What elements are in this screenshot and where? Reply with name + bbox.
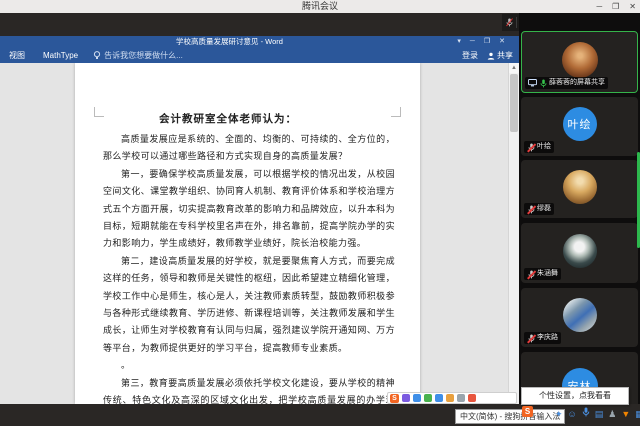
avatar	[562, 42, 598, 78]
signin-button[interactable]: 登录	[462, 50, 478, 61]
word-restore-button[interactable]: ❐	[484, 36, 490, 48]
participant-tile[interactable]: 叶绘 叶绘	[521, 97, 638, 156]
participant-tile-screen-share[interactable]: 薛蓉蓉的屏幕共享	[521, 31, 638, 93]
mic-muted-icon	[527, 270, 535, 279]
tell-me-search[interactable]: 告诉我您想要做什么...	[87, 50, 183, 61]
avatar	[563, 170, 597, 204]
emoji-icon[interactable]	[402, 394, 410, 402]
word-document-area: 会计教研室全体老师认为： 高质量发展应是系统的、全面的、均衡的、可持续的、全方位…	[0, 63, 509, 404]
avatar: 叶绘	[563, 107, 597, 141]
participant-name: 朱涵舞	[537, 269, 558, 279]
tab-view[interactable]: 视图	[0, 48, 34, 63]
mic-muted-icon	[527, 334, 535, 343]
participant-name: 缪磊	[537, 204, 551, 214]
document-paragraph: 第二，建设高质量发展的好学校，就是要聚焦育人方式，而要完成这样的任务，领导和教师…	[103, 254, 395, 358]
participants-sidebar: 薛蓉蓉的屏幕共享 叶绘 叶绘	[519, 13, 640, 426]
document-page[interactable]: 会计教研室全体老师认为： 高质量发展应是系统的、全面的、均衡的、可持续的、全方位…	[75, 63, 420, 404]
participant-name: 李庆路	[537, 333, 558, 343]
screen-share-icon	[528, 79, 537, 87]
participant-tile[interactable]: 缪磊	[521, 160, 638, 218]
mic-icon[interactable]	[424, 394, 432, 402]
mic-icon[interactable]	[582, 407, 590, 421]
keyboard-icon[interactable]: ▤	[595, 407, 604, 421]
sparkle-icon[interactable]: ✦	[555, 407, 563, 421]
participant-tile[interactable]: 李庆路	[521, 288, 638, 347]
tell-me-label: 告诉我您想要做什么...	[104, 50, 183, 61]
smiley-icon[interactable]	[413, 394, 421, 402]
close-button[interactable]: ✕	[629, 0, 636, 13]
share-label: 共享	[497, 50, 513, 61]
word-document-title: 学校高质量发展研讨意见 - Word	[0, 36, 459, 48]
tencent-meeting-window: 腾讯会议 ─ ❐ ✕ 学校高质量发展研讨意见 - Word ▾ ─ ❐ ✕ 视图…	[0, 0, 640, 426]
word-window-controls: ▾ ─ ❐ ✕	[457, 36, 505, 48]
document-paragraph: 第三，教育要高质量发展必须依托学校文化建设，要从学校的精神传统、特色文化及高深的…	[103, 376, 395, 404]
meeting-title: 腾讯会议	[0, 0, 640, 13]
ribbon-options-icon[interactable]: ▾	[457, 36, 461, 48]
sogou-logo-icon[interactable]: S	[522, 406, 533, 417]
word-tabs-right: 登录 共享	[462, 48, 513, 63]
lightbulb-icon	[93, 51, 101, 60]
word-close-button[interactable]: ✕	[499, 36, 505, 48]
mic-muted-icon	[527, 143, 535, 152]
skin-icon[interactable]	[468, 394, 476, 402]
document-heading: 会计教研室全体老师认为：	[103, 111, 395, 126]
ime-status-bar[interactable]: 中文(简体) - 搜狗拼音输入法	[455, 409, 565, 424]
participant-name-tag: 缪磊	[524, 203, 554, 215]
keyboard-icon[interactable]	[435, 394, 443, 402]
participant-tile[interactable]: 朱涵舞	[521, 223, 638, 283]
avatar	[563, 298, 597, 332]
sogou-taskbar-icons: ✦ ☺ ▤ ♟ ▼ ▦	[555, 407, 640, 421]
participant-name: 薛蓉蓉的屏幕共享	[549, 78, 605, 88]
muted-mic-icon	[502, 17, 517, 28]
mic-muted-icon	[527, 205, 535, 214]
sogou-logo-icon[interactable]: S	[390, 394, 399, 403]
person-icon[interactable]: ♟	[608, 407, 616, 421]
document-paragraph: 高质量发展应是系统的、全面的、均衡的、可持续的、全方位的，那么学校可以通过哪些路…	[103, 132, 395, 167]
shared-screen-word-window: 学校高质量发展研讨意见 - Word ▾ ─ ❐ ✕ 视图 MathType 告…	[0, 36, 519, 404]
sogou-tooltip: 个性设置，点我看看	[521, 387, 629, 405]
sogou-floating-toolbar[interactable]: S	[387, 392, 517, 404]
participant-name-tag: 薛蓉蓉的屏幕共享	[525, 77, 608, 89]
mic-on-icon	[539, 79, 547, 88]
scrollbar-thumb[interactable]	[510, 74, 518, 132]
avatar	[563, 234, 597, 268]
word-titlebar: 学校高质量发展研讨意见 - Word ▾ ─ ❐ ✕	[0, 36, 519, 48]
toolbox-icon[interactable]	[457, 394, 465, 402]
grid-icon[interactable]: ▦	[635, 407, 640, 421]
word-ribbon-tabs: 视图 MathType 告诉我您想要做什么... 登录 共享	[0, 48, 519, 63]
document-paragraph: 第一，要确保学校高质量发展，可以根据学校的情况出发，从校园空间文化、课堂教学组织…	[103, 167, 395, 254]
share-button[interactable]: 共享	[487, 50, 513, 61]
participant-name-tag: 朱涵舞	[524, 268, 561, 280]
word-vertical-scrollbar[interactable]: ▲	[508, 63, 519, 404]
person-icon	[487, 52, 495, 60]
tab-mathtype[interactable]: MathType	[34, 48, 87, 63]
minimize-button[interactable]: ─	[596, 0, 602, 13]
scroll-up-icon[interactable]: ▲	[509, 63, 519, 73]
meeting-titlebar: 腾讯会议 ─ ❐ ✕	[0, 0, 640, 13]
participant-name-tag: 李庆路	[524, 332, 561, 344]
participant-name-tag: 叶绘	[524, 141, 554, 153]
pen-icon[interactable]	[446, 394, 454, 402]
participant-name: 叶绘	[537, 142, 551, 152]
smiley-icon[interactable]: ☺	[568, 407, 577, 421]
clothes-icon[interactable]: ▼	[621, 407, 630, 421]
document-paragraph: 。	[103, 358, 395, 375]
restore-button[interactable]: ❐	[612, 0, 619, 13]
meeting-window-controls: ─ ❐ ✕	[596, 0, 636, 13]
word-minimize-button[interactable]: ─	[470, 36, 475, 48]
document-text: 会计教研室全体老师认为： 高质量发展应是系统的、全面的、均衡的、可持续的、全方位…	[103, 63, 395, 404]
